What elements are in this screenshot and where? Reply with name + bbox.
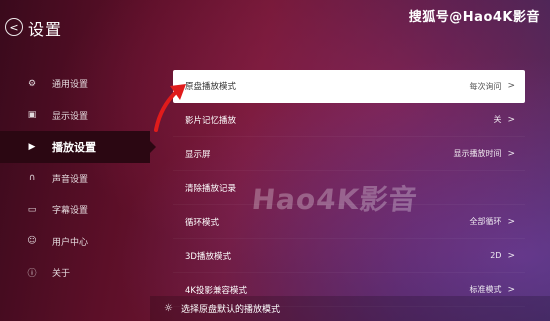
header: < 设置 搜狐号@Hao4K影音: [0, 0, 550, 48]
menu-row-value-wrap: 显示播放时间 >: [453, 148, 515, 159]
display-icon: ▣: [27, 110, 37, 121]
sidebar-item-label: 关于: [52, 269, 71, 280]
sidebar-item-user-center[interactable]: ☺ 用户中心: [0, 226, 150, 258]
sidebar-item-label: 字幕设置: [52, 206, 89, 217]
menu-row-value-wrap: 2D >: [490, 251, 515, 261]
menu-row-label: 4K投影兼容模式: [185, 285, 247, 296]
menu-row-label: 清除播放记录: [185, 183, 237, 194]
menu-row-resume-playback[interactable]: 影片记忆播放 关 >: [173, 103, 525, 137]
menu-row-label: 循环模式: [185, 217, 220, 228]
page-title: 设置: [28, 20, 63, 39]
menu-row-3d-mode[interactable]: 3D播放模式 2D >: [173, 239, 525, 273]
menu-row-value: 关: [493, 115, 502, 124]
menu-row-value-wrap: 标准模式 >: [469, 284, 515, 295]
chevron-right-icon: >: [507, 250, 515, 261]
sidebar-item-subtitle[interactable]: ▭ 字幕设置: [0, 194, 150, 226]
menu-row-value-wrap: 每次询问 >: [469, 81, 515, 92]
bulb-icon: ☼: [164, 303, 173, 314]
annotation-arrow-icon: [154, 84, 186, 132]
chevron-right-icon: >: [507, 216, 515, 227]
sidebar-item-sound[interactable]: ∩ 声音设置: [0, 163, 150, 195]
menu-row-value: 全部循环: [469, 217, 502, 226]
play-icon: ▶: [28, 141, 36, 152]
watermark-text: 搜狐号@Hao4K影音: [408, 10, 540, 25]
menu-row-label: 原盘播放模式: [185, 82, 237, 92]
chevron-right-icon: >: [507, 114, 515, 125]
menu-row-value-wrap: 全部循环 >: [469, 216, 515, 227]
sidebar-item-label: 声音设置: [52, 174, 89, 185]
menu-row-value: 每次询问: [469, 81, 502, 91]
hint-bar: ☼ 选择原盘默认的播放模式: [150, 296, 550, 321]
info-icon: ⓘ: [27, 269, 37, 280]
sidebar-item-label: 用户中心: [52, 237, 89, 248]
menu-row-value-wrap: 关 >: [493, 114, 515, 125]
back-button[interactable]: <: [5, 18, 23, 36]
menu-row-value: 标准模式: [469, 285, 502, 294]
menu-row-value: 显示播放时间: [453, 149, 502, 158]
hint-text: 选择原盘默认的播放模式: [180, 305, 280, 315]
sidebar-item-display[interactable]: ▣ 显示设置: [0, 100, 150, 132]
user-icon: ☺: [27, 236, 37, 247]
sidebar-item-about[interactable]: ⓘ 关于: [0, 257, 150, 289]
watermark-center: Hao4K影音: [250, 183, 420, 216]
sidebar-item-general[interactable]: ⚙ 通用设置: [0, 68, 150, 100]
menu-row-disc-play-mode[interactable]: 原盘播放模式 每次询问 >: [173, 70, 525, 103]
chevron-left-icon: <: [9, 20, 19, 34]
menu-row-value: 2D: [490, 251, 502, 260]
sidebar: ⚙ 通用设置 ▣ 显示设置 ▶ 播放设置 ∩ 声音设置 ▭ 字幕设置 ☺ 用户中…: [0, 68, 156, 289]
menu-row-label: 显示屏: [185, 149, 211, 160]
sidebar-item-label: 播放设置: [52, 140, 96, 154]
chevron-right-icon: >: [507, 284, 515, 295]
sidebar-item-label: 显示设置: [52, 111, 89, 122]
sidebar-item-playback[interactable]: ▶ 播放设置: [0, 131, 156, 163]
gear-icon: ⚙: [27, 78, 37, 89]
menu-row-label: 3D播放模式: [185, 251, 231, 262]
menu-row-display-screen[interactable]: 显示屏 显示播放时间 >: [173, 137, 525, 171]
headphones-icon: ∩: [28, 173, 36, 184]
chevron-right-icon: >: [507, 148, 515, 159]
sidebar-item-label: 通用设置: [52, 80, 89, 91]
chevron-right-icon: >: [507, 81, 515, 91]
menu-row-label: 影片记忆播放: [185, 115, 237, 126]
subtitle-icon: ▭: [27, 204, 37, 215]
